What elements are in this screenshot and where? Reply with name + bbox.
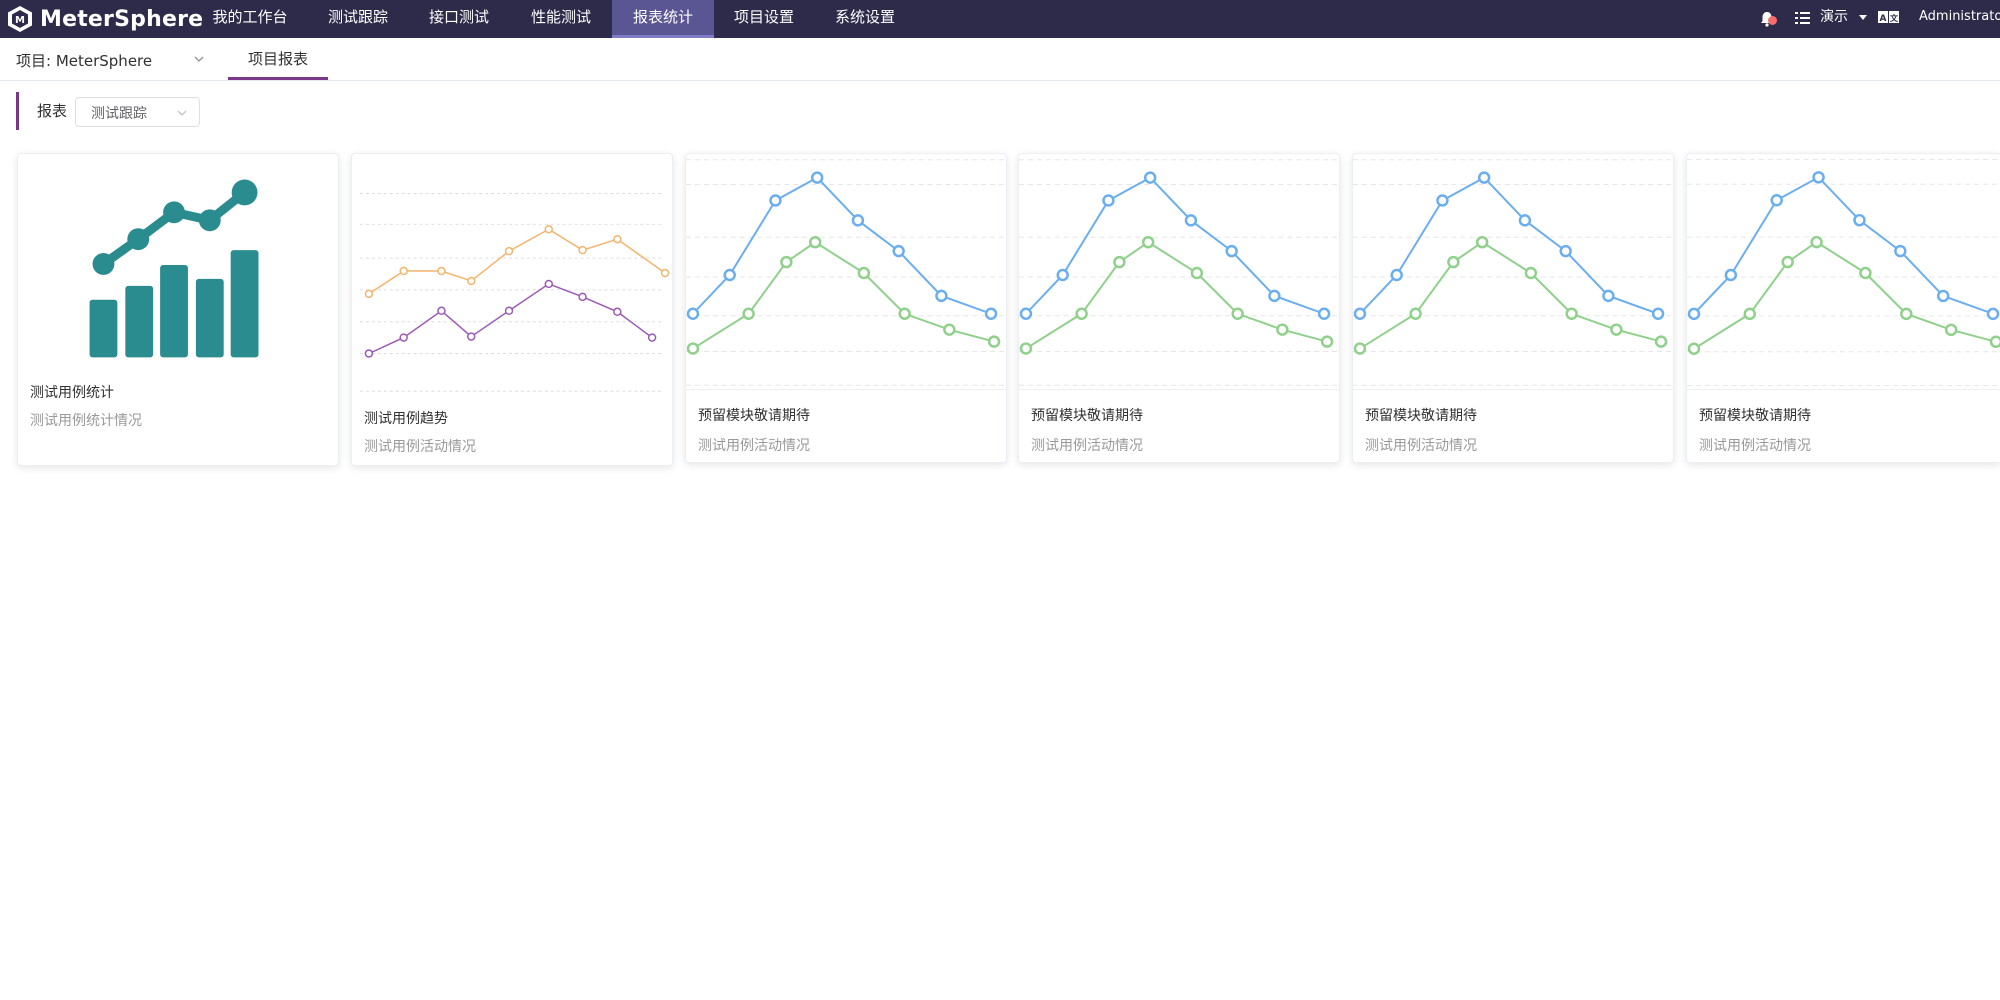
card-description: 测试用例统计情况 [30,413,142,429]
report-card[interactable]: 预留模块敬请期待 测试用例活动情况 [1686,153,2000,463]
filter-label: 报表 [37,102,68,120]
nav-report-stats[interactable]: 报表统计 [612,0,714,38]
language-switcher[interactable]: A 文 [1877,0,1903,38]
card-divider [1353,389,1673,390]
report-type-select[interactable]: 测试跟踪 [75,97,200,127]
top-header: M MeterSphere 我的工作台 测试跟踪 接口测试 性能测试 报表统计 … [0,0,2000,38]
bar-growth-icon [89,179,259,358]
nav-performance-test[interactable]: 性能测试 [511,0,611,38]
notification-button[interactable] [1754,0,1784,38]
line-trend-thumbnail [359,193,670,392]
line-peak-thumbnail [1353,159,1673,386]
svg-text:A: A [1880,14,1887,24]
card-description: 测试用例活动情况 [698,438,810,454]
report-card[interactable]: 预留模块敬请期待 测试用例活动情况 [1018,153,1340,463]
card-description: 测试用例活动情况 [1031,438,1143,454]
nav-workbench[interactable]: 我的工作台 [200,0,300,38]
chevron-down-icon [177,110,187,116]
workspace-switcher[interactable]: 演示 [1820,0,1876,38]
filter-bar: 报表 [16,92,67,130]
nav-api-test[interactable]: 接口测试 [409,0,509,38]
app-name: MeterSphere [40,6,204,32]
card-title: 测试用例趋势 [364,411,448,427]
nav-system-settings[interactable]: 系统设置 [815,0,915,38]
card-description: 测试用例活动情况 [1699,438,1811,454]
report-type-value: 测试跟踪 [91,106,147,122]
nav-test-track[interactable]: 测试跟踪 [308,0,408,38]
metersphere-logo-icon: M [8,6,32,32]
workspace-name: 演示 [1820,9,1848,25]
card-description: 测试用例活动情况 [364,439,476,455]
report-card[interactable]: 预留模块敬请期待 测试用例活动情况 [685,153,1007,463]
card-divider [1687,389,2000,390]
caret-down-icon [1859,15,1867,20]
line-peak-thumbnail [1019,159,1339,386]
line-peak-thumbnail [686,159,1006,386]
svg-text:文: 文 [1890,13,1899,23]
card-title: 预留模块敬请期待 [1365,408,1477,424]
app-logo[interactable]: M MeterSphere [6,2,203,36]
language-icon: A 文 [1878,11,1899,24]
project-selector[interactable]: 项目: MeterSphere [16,50,152,71]
card-divider [686,389,1006,390]
report-card[interactable]: 测试用例统计 测试用例统计情况 [17,153,339,466]
card-title: 预留模块敬请期待 [698,408,810,424]
card-divider [1019,389,1339,390]
chevron-down-icon[interactable] [194,54,204,64]
sub-header: 项目: MeterSphere 项目报表 [0,38,2000,81]
list-icon [1795,12,1810,24]
task-list-button[interactable] [1792,0,1816,38]
user-menu[interactable]: Administrator [1919,0,2000,38]
line-peak-thumbnail [1687,158,2000,387]
card-title: 预留模块敬请期待 [1699,408,1811,424]
svg-text:M: M [15,15,25,26]
notification-dot [1768,16,1777,25]
nav-project-settings[interactable]: 项目设置 [714,0,814,38]
report-card[interactable]: 测试用例趋势 测试用例活动情况 [351,153,673,466]
report-card[interactable]: 预留模块敬请期待 测试用例活动情况 [1352,153,1674,463]
card-description: 测试用例活动情况 [1365,438,1477,454]
card-title: 测试用例统计 [30,385,114,401]
card-title: 预留模块敬请期待 [1031,408,1143,424]
tab-project-report[interactable]: 项目报表 [228,38,328,80]
